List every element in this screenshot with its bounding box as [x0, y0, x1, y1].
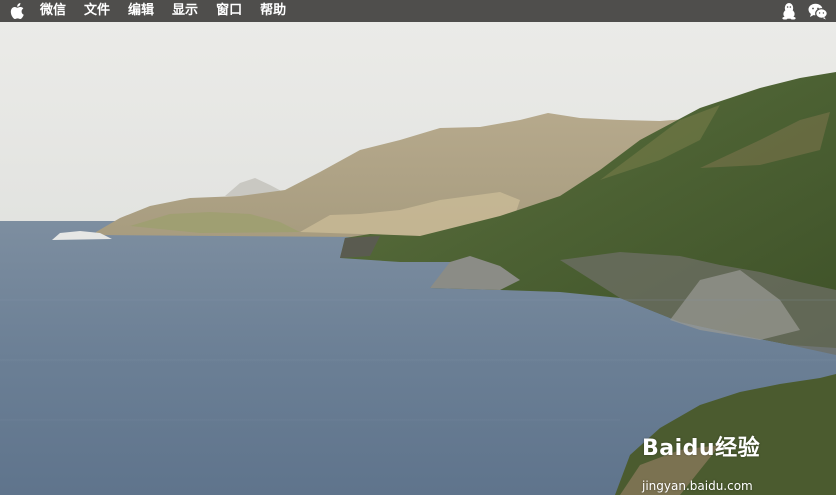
qq-penguin-icon[interactable] [782, 2, 796, 20]
apple-menu-icon[interactable] [0, 0, 34, 22]
menu-item-wechat[interactable]: 微信 [34, 0, 75, 22]
menu-bar-left: 微信 文件 编辑 显示 窗口 帮助 [0, 0, 295, 22]
menu-item-window[interactable]: 窗口 [207, 0, 251, 22]
wechat-icon[interactable] [808, 3, 828, 20]
menu-bar: 微信 文件 编辑 显示 窗口 帮助 [0, 0, 836, 22]
watermark-brand: Baidu经验 [642, 436, 761, 461]
menu-item-file[interactable]: 文件 [75, 0, 119, 22]
menu-item-edit[interactable]: 编辑 [119, 0, 163, 22]
menu-bar-status-area [782, 0, 828, 22]
baidu-jingyan-watermark: Baidu经验 jingyan.baidu.com [642, 430, 761, 493]
menu-item-view[interactable]: 显示 [163, 0, 207, 22]
desktop-wallpaper: Baidu经验 jingyan.baidu.com [0, 22, 836, 495]
menu-item-help[interactable]: 帮助 [251, 0, 295, 22]
watermark-url: jingyan.baidu.com [642, 479, 753, 493]
